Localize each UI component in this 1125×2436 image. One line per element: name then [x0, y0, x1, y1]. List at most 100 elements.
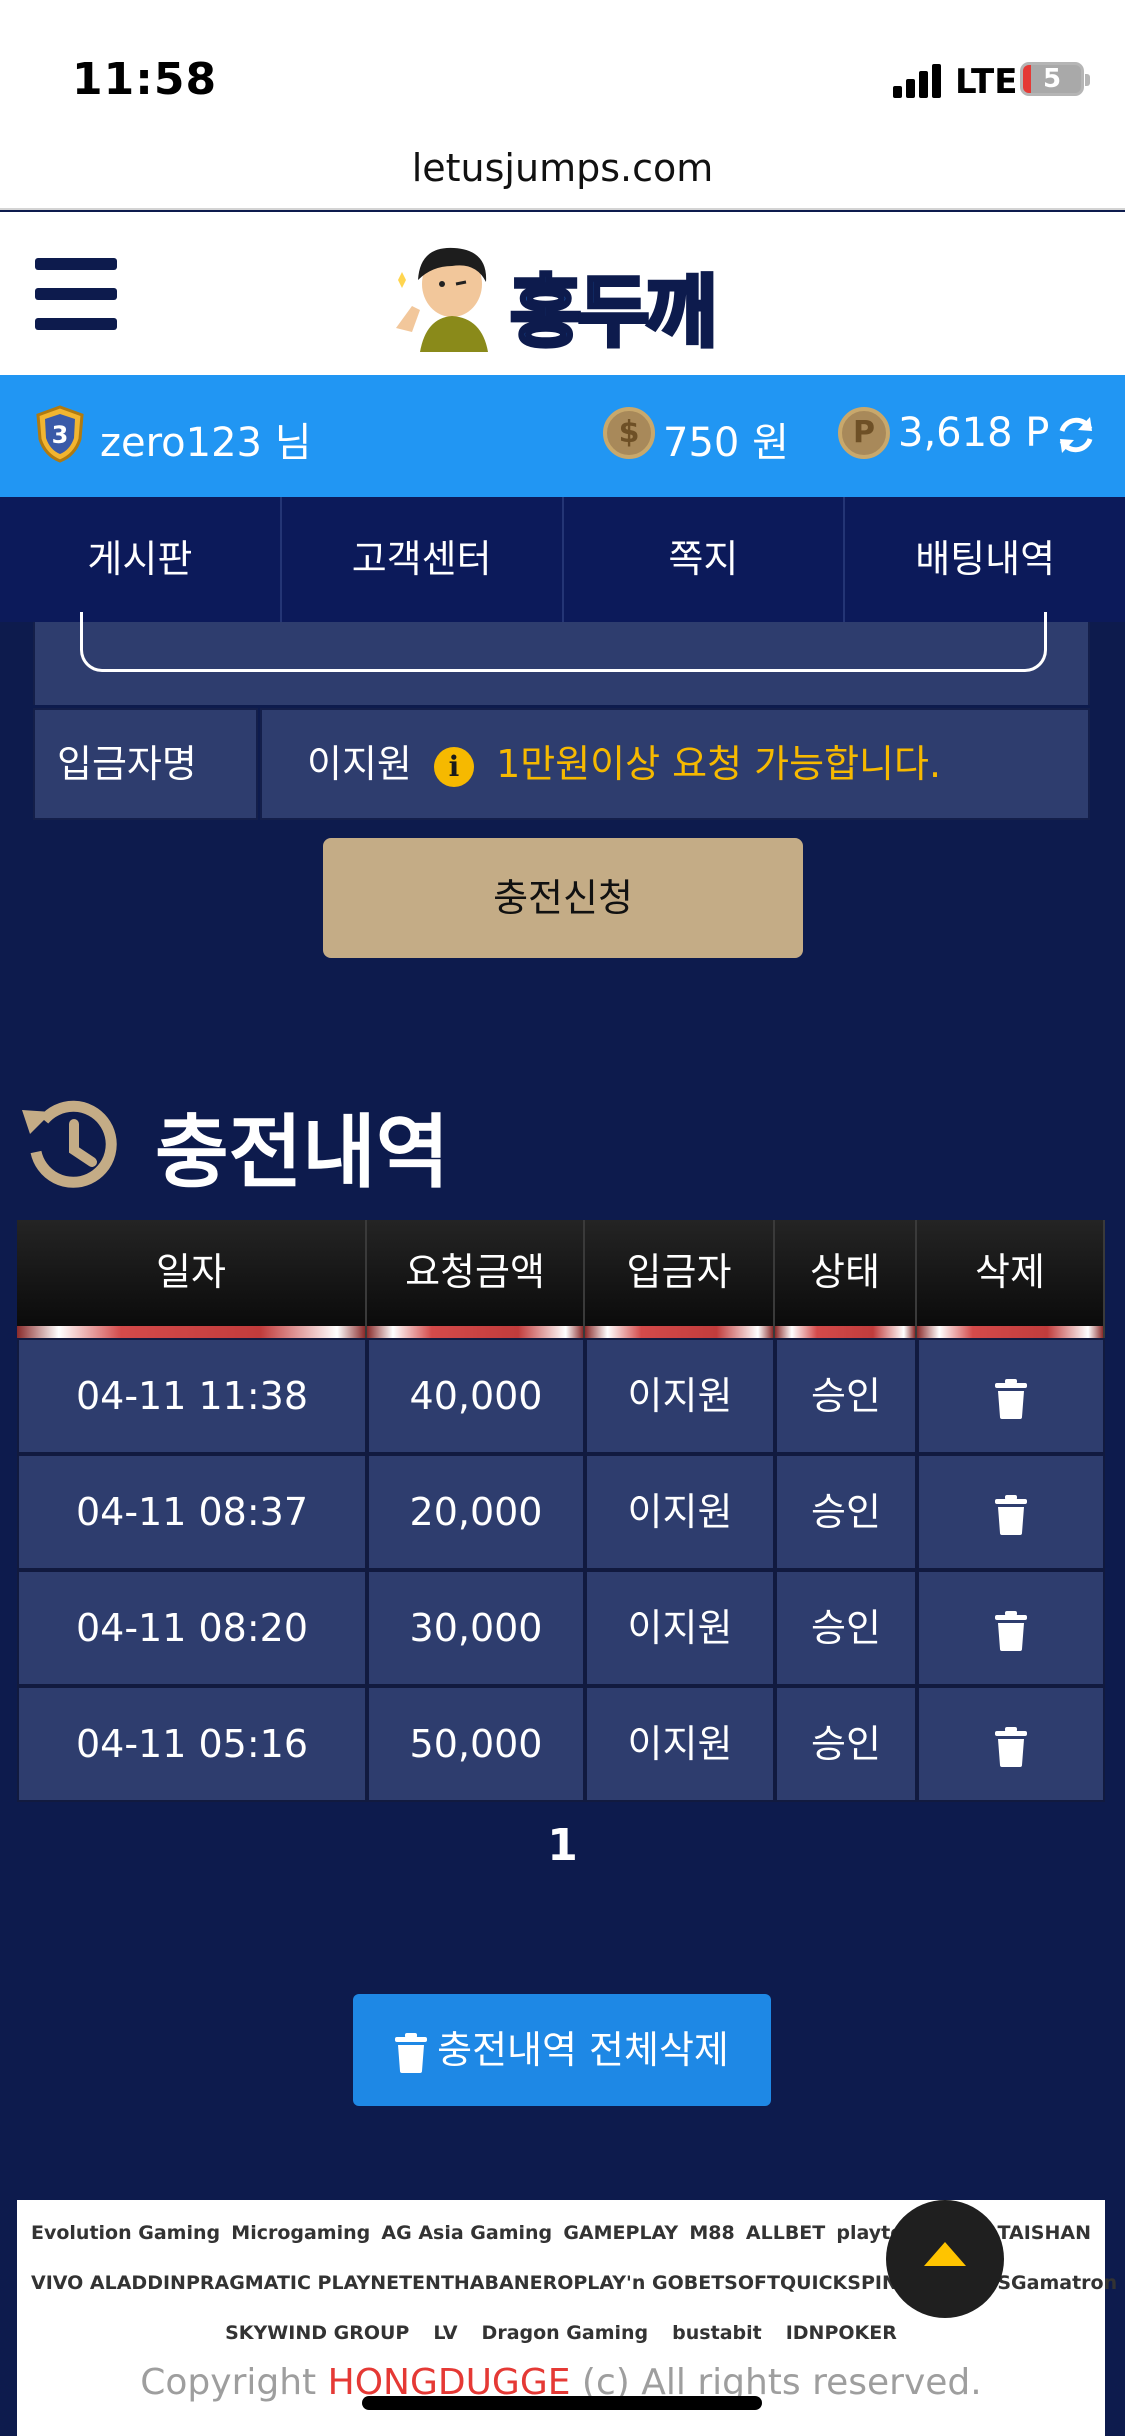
tab-betting-history[interactable]: 배팅내역 [845, 497, 1125, 622]
provider-logo: GAMEPLAY [563, 2222, 679, 2244]
delete-cell [917, 1338, 1105, 1454]
battery-level: 5 [1042, 64, 1062, 94]
row-date: 04-11 05:16 [17, 1686, 367, 1802]
row-status: 승인 [775, 1338, 917, 1454]
amount-input[interactable] [80, 612, 1047, 672]
delete-cell [917, 1686, 1105, 1802]
provider-logo: TAISHAN [997, 2222, 1091, 2244]
row-amount: 20,000 [367, 1454, 585, 1570]
row-status: 승인 [775, 1454, 917, 1570]
table-row: 04-11 05:16 50,000 이지원 승인 [17, 1686, 1105, 1802]
amount-field-container [33, 612, 1090, 705]
row-date: 04-11 08:37 [17, 1454, 367, 1570]
charge-request-button[interactable]: 충전신청 [323, 838, 803, 958]
provider-logo: Dragon Gaming [481, 2322, 649, 2344]
provider-logo: IDNPOKER [785, 2322, 897, 2344]
trash-icon[interactable] [995, 1378, 1027, 1419]
row-status: 승인 [775, 1570, 917, 1686]
battery-icon: 5 [1020, 62, 1090, 96]
browser-url-bar[interactable]: letusjumps.com [0, 130, 1125, 210]
provider-logo: Microgaming [231, 2222, 371, 2244]
tab-board[interactable]: 게시판 [0, 497, 282, 622]
col-date: 일자 [17, 1220, 367, 1338]
status-bar: 11:58 LTE 5 [0, 0, 1125, 130]
provider-logo: AG Asia Gaming [381, 2222, 553, 2244]
status-time: 11:58 [72, 54, 218, 105]
history-icon [22, 1100, 117, 1188]
provider-logo: Evolution Gaming [31, 2222, 221, 2244]
provider-logo: VIVO ALADDIN [31, 2272, 186, 2294]
row-depositor: 이지원 [585, 1570, 775, 1686]
trash-icon[interactable] [995, 1726, 1027, 1767]
provider-logo: PRAGMATIC PLAY [185, 2272, 371, 2294]
provider-logo: HABANERO [453, 2272, 574, 2294]
logo-text: 홍두깨 [508, 266, 719, 360]
row-depositor: 이지원 [585, 1454, 775, 1570]
depositor-value: 이지원 [307, 742, 412, 786]
table-row: 04-11 11:38 40,000 이지원 승인 [17, 1338, 1105, 1454]
delete-cell [917, 1454, 1105, 1570]
row-date: 04-11 08:20 [17, 1570, 367, 1686]
row-amount: 30,000 [367, 1570, 585, 1686]
history-table: 일자 요청금액 입금자 상태 삭제 04-11 11:38 40,000 이지원… [17, 1220, 1105, 1802]
copyright-prefix: Copyright [140, 2362, 328, 2403]
row-amount: 50,000 [367, 1686, 585, 1802]
row-status: 승인 [775, 1686, 917, 1802]
row-amount: 40,000 [367, 1338, 585, 1454]
username[interactable]: zero123 님 [100, 410, 312, 468]
row-depositor: 이지원 [585, 1338, 775, 1454]
scroll-to-top-button[interactable] [886, 2200, 1004, 2318]
pagination-current-page[interactable]: 1 [0, 1820, 1125, 1871]
table-row: 04-11 08:37 20,000 이지원 승인 [17, 1454, 1105, 1570]
info-icon: i [433, 746, 474, 787]
site-header: 홍두깨 [0, 212, 1125, 375]
delete-all-label: 충전내역 전체삭제 [437, 2028, 729, 2072]
provider-logo: PLAY'n GO [573, 2272, 684, 2294]
user-info-bar: 3 zero123 님 $ 750 원 P 3,618 P [0, 375, 1125, 497]
delete-all-history-button[interactable]: 충전내역 전체삭제 [353, 1994, 771, 2106]
main-nav: 게시판 고객센터 쪽지 배팅내역 [0, 497, 1125, 622]
table-header: 일자 요청금액 입금자 상태 삭제 [17, 1220, 1105, 1338]
depositor-label: 입금자명 [33, 708, 258, 820]
depositor-field: 이지원 i 1만원이상 요청 가능합니다. [260, 708, 1090, 820]
refresh-icon[interactable] [1054, 413, 1098, 457]
signal-icon [893, 62, 945, 98]
delete-cell [917, 1570, 1105, 1686]
provider-logo: QUICKSPIN [779, 2272, 898, 2294]
provider-logo: NETENT [370, 2272, 454, 2294]
arrow-up-icon [924, 2242, 966, 2266]
trash-icon [395, 2032, 428, 2073]
site-logo[interactable]: 홍두깨 [390, 240, 740, 360]
provider-logo: BETSOFT [683, 2272, 780, 2294]
level-number: 3 [52, 421, 69, 449]
row-date: 04-11 11:38 [17, 1338, 367, 1454]
col-depositor: 입금자 [585, 1220, 775, 1338]
provider-logo: M88 [689, 2222, 735, 2244]
history-title: 충전내역 [155, 1106, 450, 1199]
col-status: 상태 [775, 1220, 917, 1338]
network-label: LTE [955, 62, 1018, 102]
menu-icon[interactable] [35, 258, 117, 330]
mascot-icon [396, 247, 488, 352]
point-icon: P [838, 407, 890, 459]
trash-icon[interactable] [995, 1494, 1027, 1535]
provider-logo: SKYWIND GROUP [225, 2322, 410, 2344]
tab-customer-center[interactable]: 고객센터 [282, 497, 564, 622]
money-balance: 750 원 [663, 420, 789, 466]
row-depositor: 이지원 [585, 1686, 775, 1802]
provider-logo: LV [433, 2322, 458, 2344]
provider-logo: Gamatron [1011, 2272, 1118, 2294]
level-badge-icon: 3 [36, 405, 84, 463]
col-amount: 요청금액 [367, 1220, 585, 1338]
url-text: letusjumps.com [411, 146, 714, 190]
tab-messages[interactable]: 쪽지 [564, 497, 846, 622]
col-delete: 삭제 [917, 1220, 1105, 1338]
home-indicator[interactable] [362, 2396, 762, 2410]
point-balance: 3,618 P [898, 410, 1050, 456]
trash-icon[interactable] [995, 1610, 1027, 1651]
money-icon: $ [603, 407, 655, 459]
provider-logo: bustabit [672, 2322, 762, 2344]
table-row: 04-11 08:20 30,000 이지원 승인 [17, 1570, 1105, 1686]
minimum-notice: 1만원이상 요청 가능합니다. [496, 742, 942, 786]
provider-logo: ALLBET [745, 2222, 826, 2244]
